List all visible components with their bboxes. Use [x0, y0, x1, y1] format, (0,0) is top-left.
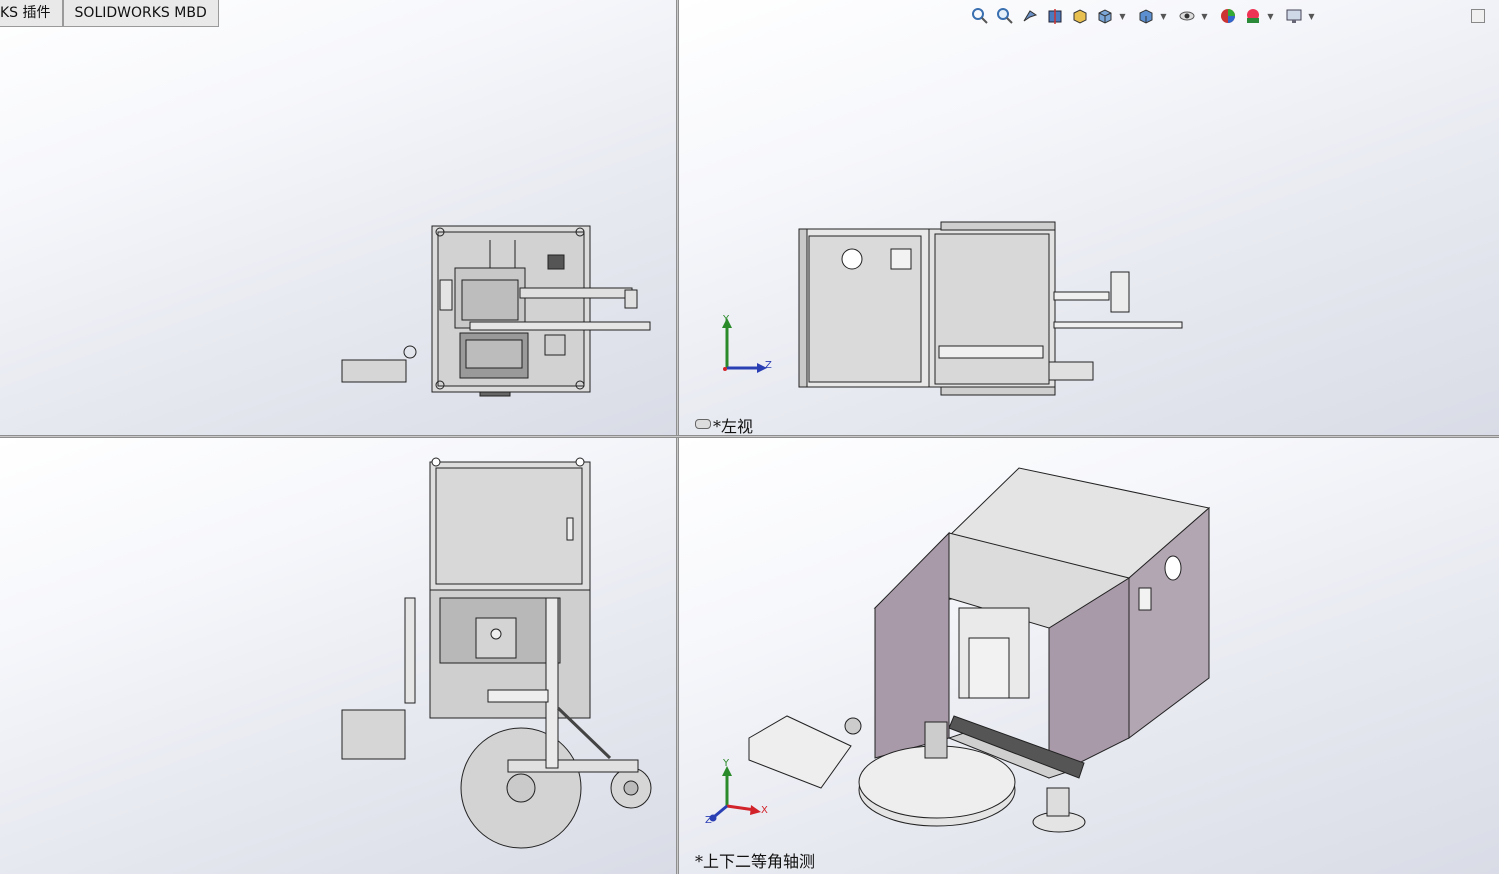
- view-label-left: *左视: [713, 417, 754, 435]
- viewport-top-right[interactable]: ▼ ▼ ▼ ▼ ▼ Y Z *左视: [679, 0, 1499, 435]
- axis-label-z: Z: [765, 360, 772, 371]
- axis-label-z-iso: Z: [705, 815, 712, 826]
- viewport-top-left[interactable]: [0, 0, 676, 435]
- axis-label-y-iso: Y: [723, 758, 730, 769]
- command-manager-tabs: KS 插件 SOLIDWORKS MBD: [0, 0, 219, 28]
- viewport-bottom-right[interactable]: Y X Z *上下二等角轴测: [679, 438, 1499, 874]
- axis-label-y: Y: [723, 314, 730, 325]
- model-front-view: [341, 457, 652, 849]
- axis-label-x-iso: X: [761, 805, 768, 816]
- viewport-splitter-horizontal[interactable]: [0, 435, 1499, 438]
- viewport-bottom-left[interactable]: [0, 438, 676, 874]
- tab-solidworks-mbd[interactable]: SOLIDWORKS MBD: [62, 0, 219, 27]
- tab-ks-plugin[interactable]: KS 插件: [0, 0, 63, 27]
- coordinate-triad-iso: [709, 766, 761, 822]
- model-top-view: [341, 225, 651, 397]
- model-left-view: [798, 221, 1183, 396]
- link-view-icon[interactable]: [695, 419, 711, 429]
- model-isometric-view: [748, 467, 1211, 833]
- view-label-isometric: *上下二等角轴测: [695, 852, 816, 871]
